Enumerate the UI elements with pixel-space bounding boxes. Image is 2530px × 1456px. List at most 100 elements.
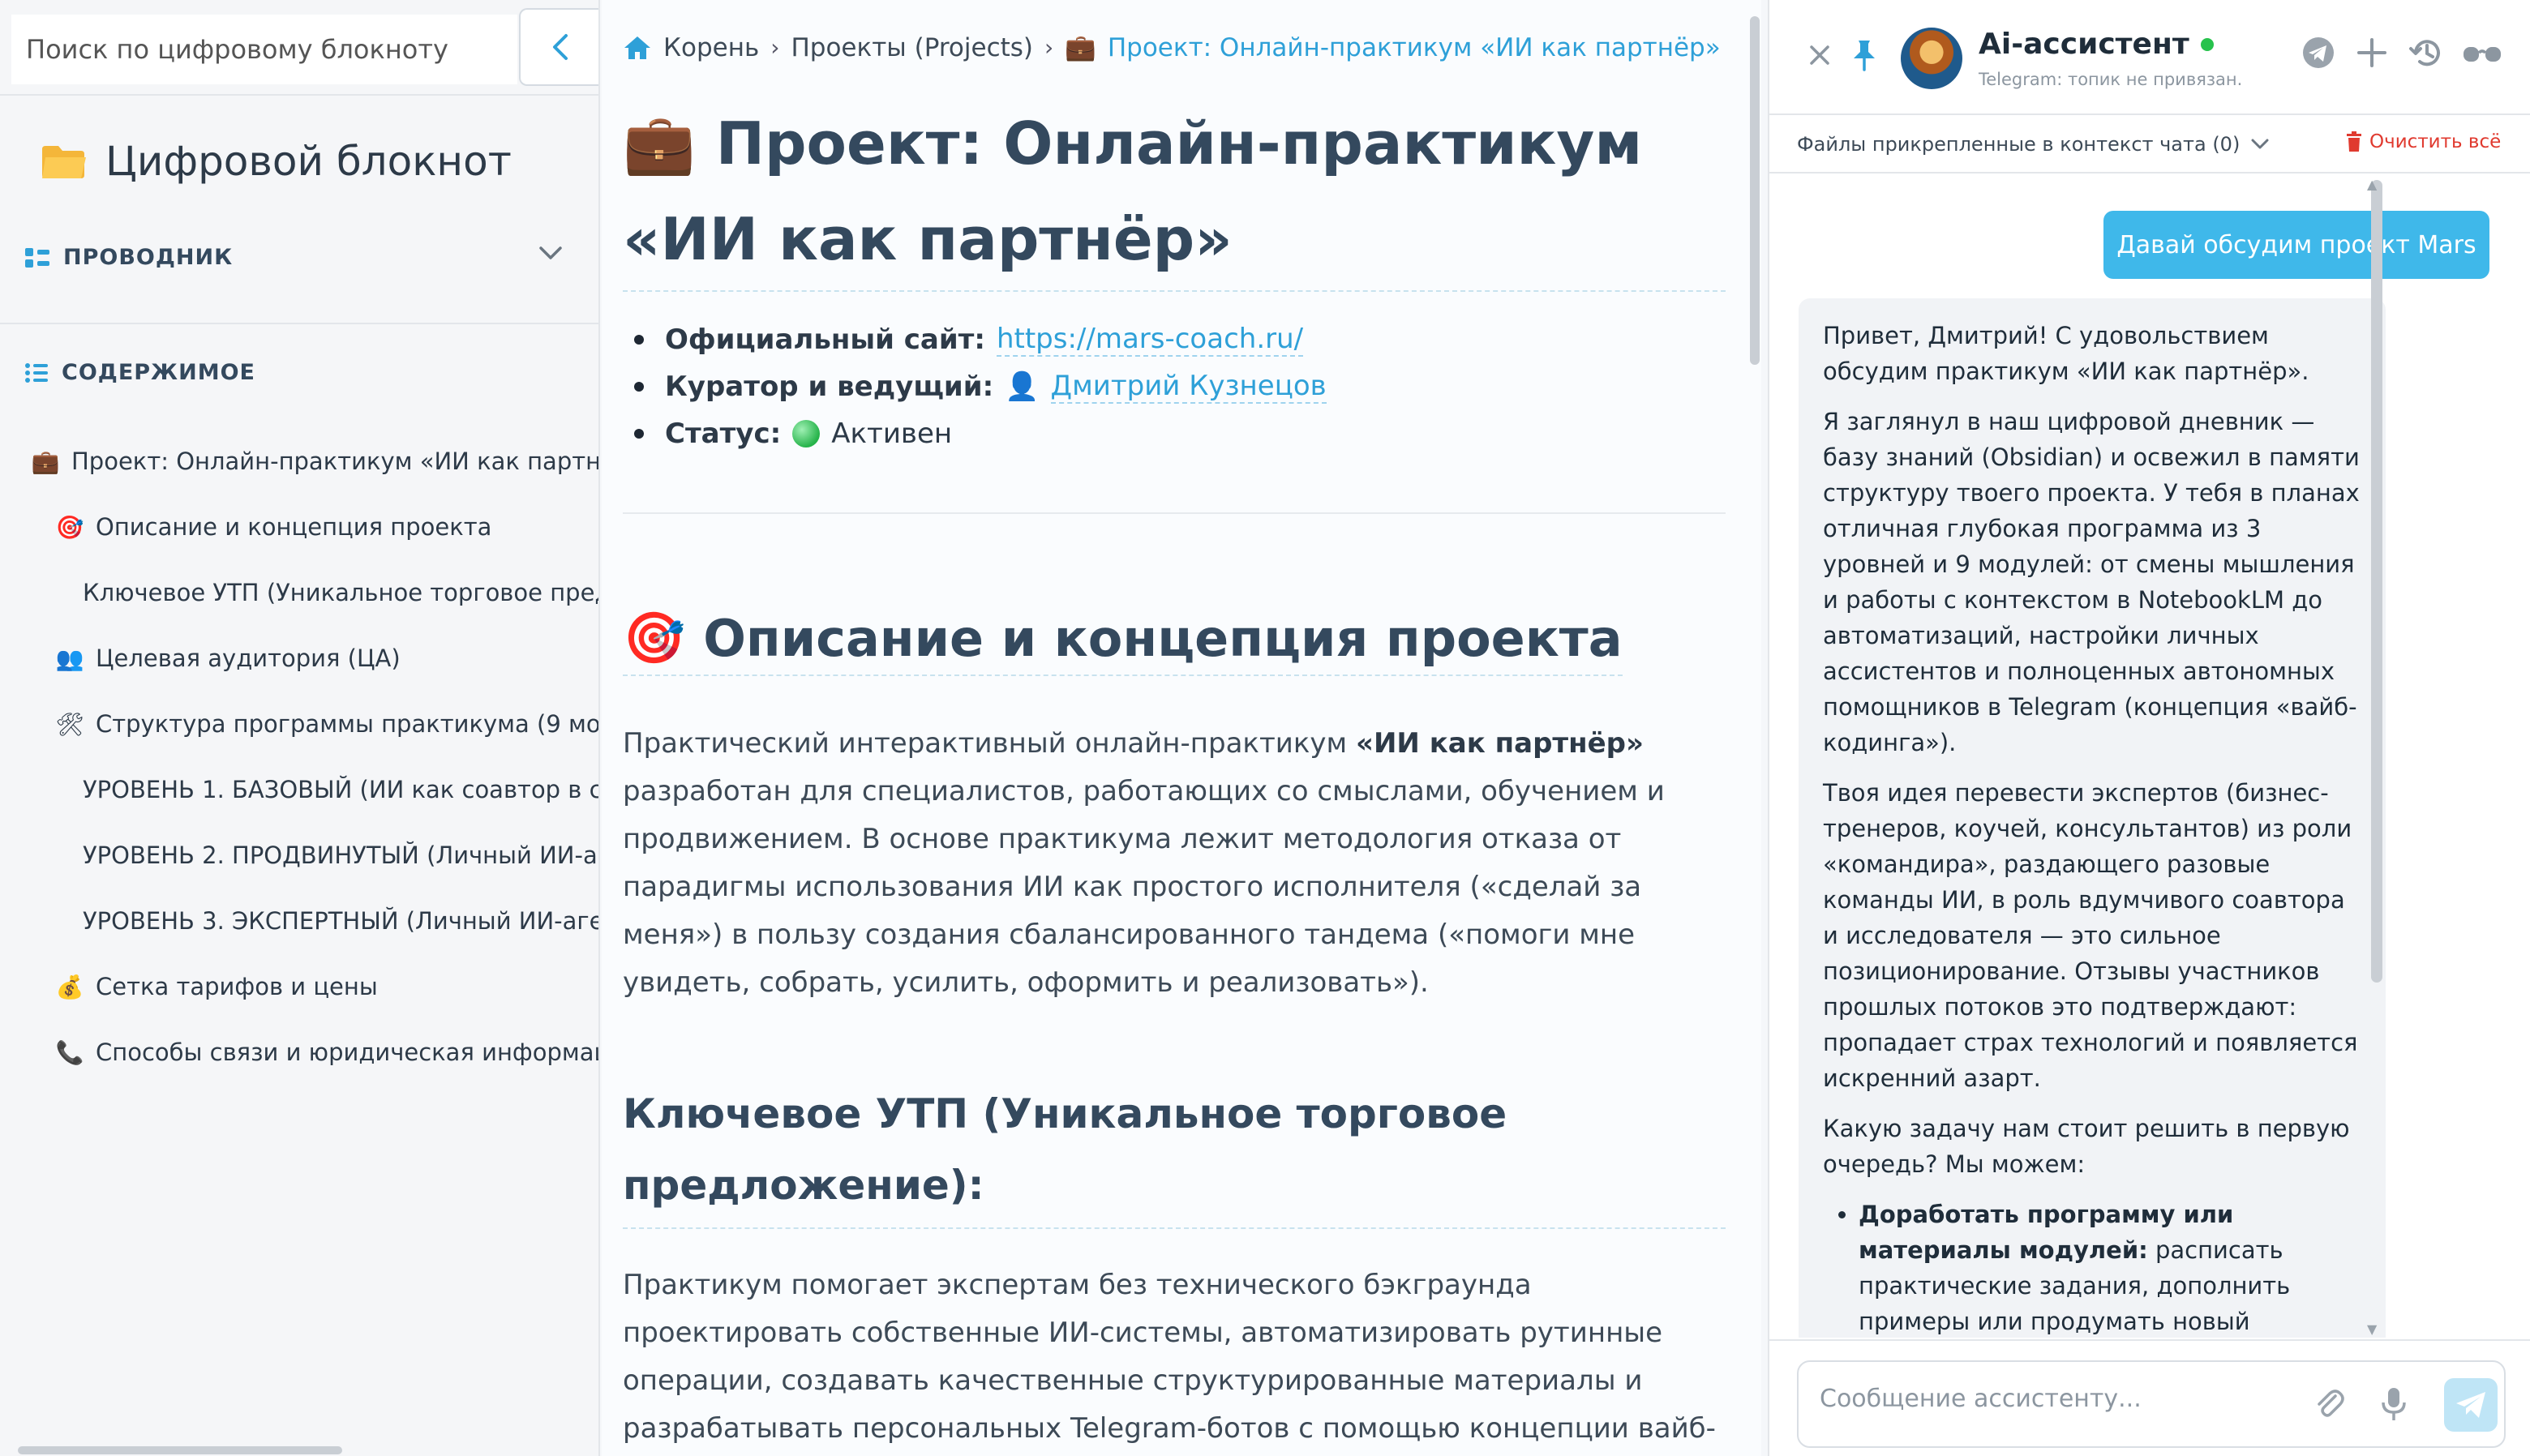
assistant-paragraph: Твоя идея перевести экспертов (бизнес-тр…	[1823, 779, 2358, 1092]
description-paragraph: Практический интерактивный онлайн-практи…	[623, 720, 1726, 1007]
utp-paragraph: Практикум помогает экспертам без техниче…	[623, 1269, 1716, 1445]
toc-item-level-1[interactable]: УРОВЕНЬ 1. БАЗОВЫЙ (ИИ как соавтор в со	[83, 776, 600, 803]
explorer-icon	[25, 247, 49, 268]
toc-item-project[interactable]: 💼 Проект: Онлайн-практикум «ИИ как партнё…	[31, 448, 600, 475]
plus-icon[interactable]	[2355, 36, 2389, 70]
site-link[interactable]: https://mars-coach.ru/	[996, 323, 1304, 357]
assistant-paragraph: Какую задачу нам стоит решить в первую о…	[1823, 1115, 2350, 1178]
target-icon: 🎯	[55, 513, 84, 541]
meta-site-label: Официальный сайт:	[665, 323, 985, 356]
search-row	[0, 0, 598, 96]
breadcrumb-separator: ›	[1044, 34, 1054, 61]
breadcrumb-root[interactable]: Корень	[663, 33, 759, 62]
user-message: Давай обсудим проект Mars	[2103, 211, 2489, 279]
brand: Цифровой блокнот	[41, 138, 512, 185]
toc-label: Структура программы практикума (9 модуле…	[96, 710, 600, 738]
assistant-list-item: Доработать программу или материалы модул…	[1859, 1197, 2361, 1338]
person-icon: 👤	[1005, 370, 1040, 403]
scroll-down-arrow-icon[interactable]: ▼	[2367, 1321, 2377, 1337]
breadcrumb-current[interactable]: Проект: Онлайн-практикум «ИИ как партнёр…	[1108, 33, 1721, 62]
meta-curator: Куратор и ведущий: 👤 Дмитрий Кузнецов	[634, 363, 1327, 410]
history-icon[interactable]	[2408, 36, 2444, 70]
send-button[interactable]	[2444, 1378, 2498, 1432]
toc-label: Способы связи и юридическая информация	[96, 1038, 600, 1066]
toc-label: УРОВЕНЬ 1. БАЗОВЫЙ (ИИ как соавтор в со	[83, 776, 600, 803]
meta-curator-label: Куратор и ведущий:	[665, 370, 994, 403]
chat-vertical-scrollbar[interactable]	[2371, 180, 2382, 983]
online-status-dot	[2200, 37, 2214, 51]
status-dot-icon	[792, 420, 821, 448]
paperclip-icon[interactable]	[2313, 1386, 2345, 1422]
assistant-panel: Ai-ассистент Telegram: топик не привязан…	[1768, 0, 2530, 1456]
app-root: Цифровой блокнот ПРОВОДНИК СОДЕРЖИМОЕ 💼 П…	[0, 0, 2530, 1456]
briefcase-icon: 💼	[1065, 33, 1096, 62]
telegram-icon[interactable]	[2301, 36, 2335, 70]
assistant-message: Привет, Дмитрий! С удовольствием обсудим…	[1799, 298, 2386, 1338]
toc-label: Целевая аудитория (ЦА)	[96, 644, 401, 672]
message-input-row	[1769, 1339, 2530, 1456]
horizontal-rule	[623, 512, 1726, 514]
section-divider	[0, 323, 598, 324]
phone-icon: 📞	[55, 1038, 84, 1066]
toc-label: Проект: Онлайн-практикум «ИИ как партнёр…	[71, 448, 600, 475]
toc-item-description[interactable]: 🎯 Описание и концепция проекта	[55, 513, 492, 541]
toc-item-utp[interactable]: Ключевое УТП (Уникальное торговое предло…	[83, 579, 598, 606]
toc-label: УРОВЕНЬ 3. ЭКСПЕРТНЫЙ (Личный ИИ-агент)	[83, 907, 600, 935]
chevron-down-icon[interactable]	[537, 243, 564, 263]
context-files-toggle[interactable]: Файлы прикрепленные в контекст чата (0)	[1797, 133, 2271, 156]
toc-label: Сетка тарифов и цены	[96, 973, 378, 1000]
toc-item-contacts[interactable]: 📞 Способы связи и юридическая информация	[55, 1038, 600, 1066]
tools-icon: 🛠	[55, 710, 84, 738]
meta-status: Статус: Активен	[634, 410, 1327, 457]
toc-item-level-2[interactable]: УРОВЕНЬ 2. ПРОДВИНУТЫЙ (Личный ИИ-ассист…	[83, 841, 598, 869]
project-meta: Официальный сайт: https://mars-coach.ru/ …	[634, 316, 1327, 457]
folder-icon	[42, 146, 86, 178]
bullet	[634, 335, 644, 345]
scroll-up-arrow-icon[interactable]: ▲	[2367, 177, 2377, 192]
explorer-label: ПРОВОДНИК	[63, 245, 234, 270]
horizontal-scrollbar[interactable]	[18, 1446, 342, 1454]
toc-label: Описание и концепция проекта	[96, 513, 492, 541]
curator-link[interactable]: Дмитрий Кузнецов	[1050, 370, 1327, 404]
toc-item-structure[interactable]: 🛠 Структура программы практикума (9 модул…	[55, 710, 600, 738]
section-heading-utp: Ключевое УТП (Уникальное торговое предло…	[623, 1078, 1726, 1229]
description-text-post: разработан для специалистов, работающих …	[623, 775, 1665, 999]
message-input[interactable]	[1820, 1385, 2306, 1413]
toc-item-audience[interactable]: 👥 Целевая аудитория (ЦА)	[55, 644, 401, 672]
close-icon[interactable]	[1807, 42, 1833, 68]
contents-label: СОДЕРЖИМОЕ	[62, 360, 255, 385]
telegram-status: Telegram: топик не привязан.	[1979, 70, 2243, 89]
briefcase-icon: 💼	[31, 448, 60, 475]
glasses-icon[interactable]	[2462, 44, 2502, 66]
search-input[interactable]	[11, 15, 517, 84]
pin-icon[interactable]	[1850, 39, 1878, 71]
message-input-box	[1797, 1360, 2506, 1448]
target-icon: 🎯	[623, 608, 686, 667]
page-title: 💼 Проект: Онлайн-практикум «ИИ как партн…	[623, 96, 1726, 292]
context-files-label: Файлы прикрепленные в контекст чата (0)	[1797, 133, 2241, 156]
toc-item-pricing[interactable]: 💰 Сетка тарифов и цены	[55, 973, 378, 1000]
breadcrumb-separator: ›	[770, 34, 780, 61]
chevron-down-icon	[2251, 139, 2269, 149]
assistant-title: Ai-ассистент	[1979, 28, 2214, 61]
toc-item-level-3[interactable]: УРОВЕНЬ 3. ЭКСПЕРТНЫЙ (Личный ИИ-агент)	[83, 907, 600, 935]
main-content: Корень › Проекты (Projects) › 💼 Проект: …	[602, 0, 1761, 1456]
people-icon: 👥	[55, 644, 84, 672]
collapse-sidebar-button[interactable]	[519, 8, 598, 86]
assistant-header: Ai-ассистент Telegram: топик не привязан…	[1769, 0, 2530, 115]
explorer-section-header[interactable]: ПРОВОДНИК	[24, 245, 233, 270]
list-icon	[25, 362, 48, 383]
section-heading-text: Описание и концепция проекта	[703, 608, 1623, 668]
main-vertical-scrollbar[interactable]	[1750, 16, 1760, 365]
send-icon	[2456, 1392, 2485, 1418]
contents-section-header[interactable]: СОДЕРЖИМОЕ	[24, 360, 255, 385]
breadcrumb: Корень › Проекты (Projects) › 💼 Проект: …	[623, 32, 1721, 62]
toc-label: УРОВЕНЬ 2. ПРОДВИНУТЫЙ (Личный ИИ-ассист…	[83, 841, 598, 869]
clear-all-button[interactable]: Очистить всё	[2345, 131, 2501, 152]
breadcrumb-projects[interactable]: Проекты (Projects)	[791, 33, 1033, 62]
money-bag-icon: 💰	[55, 973, 84, 1000]
description-text-pre: Практический интерактивный онлайн-практи…	[623, 727, 1356, 760]
microphone-icon[interactable]	[2381, 1386, 2407, 1422]
assistant-title-text: Ai-ассистент	[1979, 28, 2189, 61]
chat-messages: Давай обсудим проект Mars Привет, Дмитри…	[1769, 175, 2515, 1338]
